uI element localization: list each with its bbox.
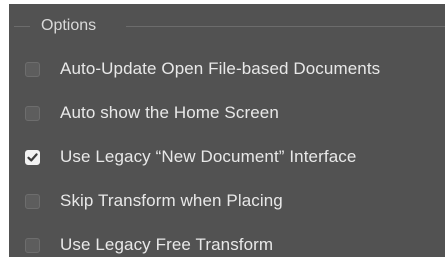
option-auto-show-home-screen[interactable]: Auto show the Home Screen bbox=[25, 101, 279, 125]
option-label: Use Legacy “New Document” Interface bbox=[60, 147, 357, 166]
option-label: Skip Transform when Placing bbox=[60, 191, 283, 210]
checkbox[interactable] bbox=[25, 149, 40, 165]
options-group-title: Options bbox=[41, 17, 97, 34]
checkbox[interactable] bbox=[25, 237, 40, 253]
checkmark-icon bbox=[27, 152, 38, 161]
option-label: Use Legacy Free Transform bbox=[60, 235, 274, 254]
group-divider-left bbox=[14, 26, 30, 27]
option-skip-transform-when-placing[interactable]: Skip Transform when Placing bbox=[25, 189, 283, 213]
option-auto-update-open-file-based-documents[interactable]: Auto-Update Open File-based Documents bbox=[25, 57, 380, 81]
option-use-legacy-new-document-interface[interactable]: Use Legacy “New Document” Interface bbox=[25, 145, 356, 169]
checkbox[interactable] bbox=[25, 61, 40, 77]
group-divider-right bbox=[126, 26, 445, 27]
options-panel: Options Auto-Update Open File-based Docu… bbox=[9, 4, 445, 257]
checkbox[interactable] bbox=[25, 105, 40, 121]
window-frame: Options Auto-Update Open File-based Docu… bbox=[0, 0, 445, 259]
option-use-legacy-free-transform[interactable]: Use Legacy Free Transform bbox=[25, 233, 273, 257]
option-label: Auto show the Home Screen bbox=[60, 103, 279, 122]
option-label: Auto-Update Open File-based Documents bbox=[60, 59, 381, 78]
checkbox[interactable] bbox=[25, 193, 40, 209]
